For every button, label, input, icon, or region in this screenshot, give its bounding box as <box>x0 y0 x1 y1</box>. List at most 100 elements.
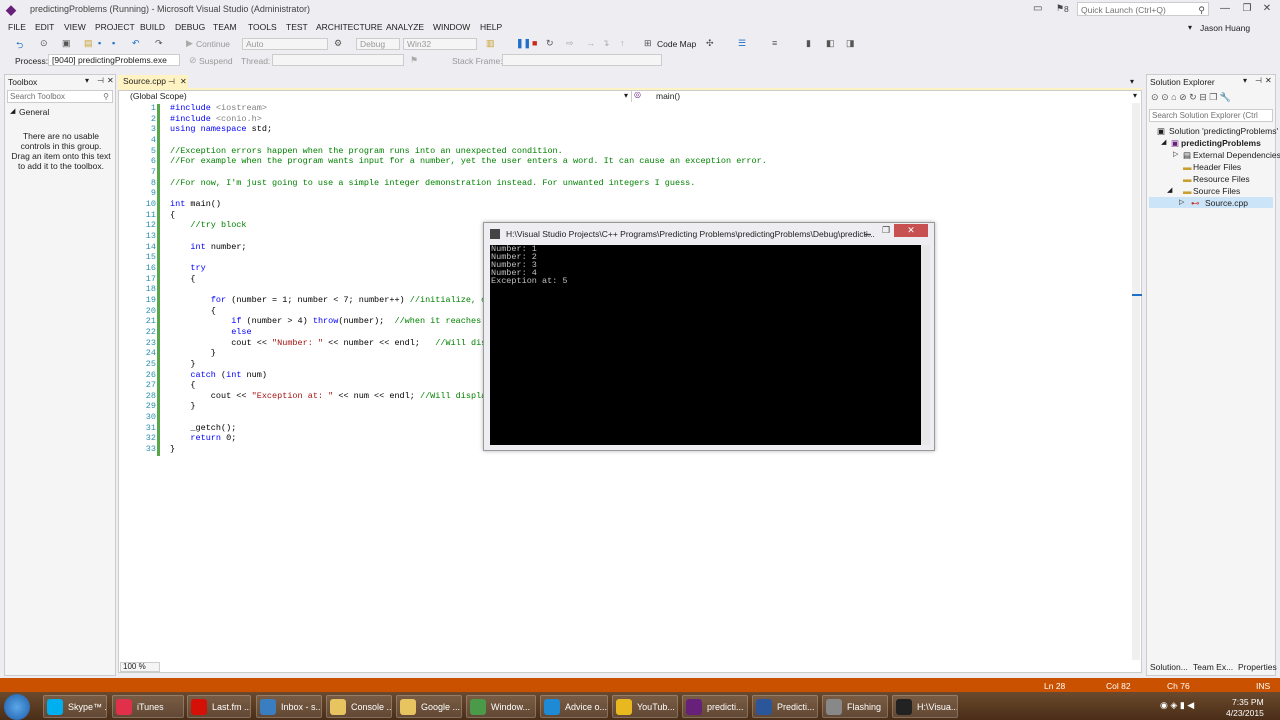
menu-file[interactable]: FILE <box>8 22 26 32</box>
taskbar-lastfm[interactable]: Last.fm ... <box>187 695 251 718</box>
thread-combo[interactable] <box>272 54 404 66</box>
collapsed-triangle-icon[interactable]: ▷ <box>1173 150 1178 158</box>
show-next-statement-icon[interactable]: ⇨ <box>566 38 574 49</box>
stop-icon[interactable]: ■ <box>532 38 537 48</box>
suspend-button[interactable]: Suspend <box>199 56 233 66</box>
network-icon[interactable]: ▮ <box>1180 700 1185 710</box>
code-line[interactable]: #include <iostream> <box>170 103 267 113</box>
tree-item-source-cpp[interactable]: Source.cpp <box>1205 198 1248 208</box>
pin-icon[interactable]: ⊣ <box>97 76 104 85</box>
save-icon[interactable]: ▪ <box>98 38 101 48</box>
clock-date[interactable]: 4/23/2015 <box>1226 708 1264 718</box>
code-line[interactable]: int main() <box>170 199 221 209</box>
expanded-triangle-icon[interactable]: ◢ <box>1161 138 1166 146</box>
tree-item-project[interactable]: predictingProblems <box>1181 138 1261 148</box>
toolbox-group-general[interactable]: General <box>19 107 49 117</box>
menu-debug[interactable]: DEBUG <box>175 22 205 32</box>
continue-button[interactable]: Continue <box>196 39 230 49</box>
tools-icon[interactable]: ✣ <box>706 38 714 49</box>
menu-edit[interactable]: EDIT <box>35 22 54 32</box>
taskbar-itunes[interactable]: iTunes <box>112 695 184 718</box>
pin-icon[interactable]: ⊣ <box>1255 76 1262 85</box>
code-map-button[interactable]: Code Map <box>657 39 696 49</box>
tray-icon[interactable]: ◉ <box>1160 700 1168 710</box>
code-line[interactable]: //Exception errors happen when the progr… <box>170 146 563 156</box>
code-line[interactable]: for (number = 1; number < 7; number++) /… <box>170 295 512 305</box>
close-button[interactable]: ✕ <box>1258 2 1276 16</box>
home-icon[interactable]: ⌂ <box>1171 92 1176 102</box>
code-line[interactable]: catch (int num) <box>170 370 267 380</box>
tree-item-resource-files[interactable]: Resource Files <box>1193 174 1250 184</box>
code-line[interactable]: //try block <box>170 220 246 230</box>
menu-team[interactable]: TEAM <box>213 22 237 32</box>
platform-combo[interactable]: Win32 <box>403 38 477 50</box>
menu-tools[interactable]: TOOLS <box>248 22 277 32</box>
code-line[interactable]: } <box>170 359 195 369</box>
tree-item-source-files[interactable]: Source Files <box>1193 186 1240 196</box>
console-output-area[interactable]: Number: 1 Number: 2 Number: 3 Number: 4 … <box>490 245 921 445</box>
code-line[interactable]: //For now, I'm just going to use a simpl… <box>170 178 695 188</box>
console-close-button[interactable]: ✕ <box>894 224 928 237</box>
code-line[interactable]: cout << "Number: " << number << endl; //… <box>170 338 517 348</box>
code-line[interactable]: //For example when the program wants inp… <box>170 156 767 166</box>
format-icon[interactable]: ☰ <box>738 38 746 49</box>
toolbox-search-input[interactable]: Search Toolbox ⚲ <box>7 90 113 103</box>
process-combo[interactable]: [9040] predictingProblems.exe <box>48 54 180 66</box>
taskbar-visual-studio[interactable]: predicti... <box>682 695 748 718</box>
code-line[interactable]: { <box>170 306 216 316</box>
new-project-icon[interactable]: ▣ <box>62 38 71 49</box>
taskbar-youtube[interactable]: YouTub... <box>612 695 678 718</box>
config-combo[interactable]: Auto <box>242 38 328 50</box>
notification-icon[interactable]: ▭ <box>1033 3 1042 14</box>
redo-icon[interactable]: ↷ <box>155 38 163 49</box>
sync-icon[interactable]: ⊘ <box>1179 92 1187 102</box>
solution-search-input[interactable]: Search Solution Explorer (Ctrl <box>1149 109 1273 122</box>
menu-build[interactable]: BUILD <box>140 22 165 32</box>
maximize-button[interactable]: ❐ <box>1238 2 1256 16</box>
code-line[interactable]: try <box>170 263 205 273</box>
taskbar-inbox[interactable]: Inbox - s... <box>256 695 322 718</box>
bookmark-next-icon[interactable]: ◨ <box>846 38 855 49</box>
forward-icon[interactable]: ⊙ <box>40 38 48 49</box>
user-name[interactable]: Jason Huang <box>1200 23 1250 33</box>
code-line[interactable]: _getch(); <box>170 423 236 433</box>
console-scrollbar[interactable] <box>921 245 930 445</box>
menu-window[interactable]: WINDOW <box>433 22 470 32</box>
collapsed-triangle-icon[interactable]: ▷ <box>1179 198 1184 206</box>
taskbar-console[interactable]: Console ... <box>326 695 392 718</box>
code-line[interactable]: cout << "Exception at: " << num << endl;… <box>170 391 512 401</box>
find-icon[interactable]: ▥ <box>486 38 495 49</box>
save-all-icon[interactable]: ▪ <box>112 38 115 48</box>
code-line[interactable]: return 0; <box>170 433 236 443</box>
tab-source-cpp[interactable]: Source.cpp <box>118 75 188 88</box>
code-line[interactable]: { <box>170 380 195 390</box>
taskbar-windows[interactable]: Window... <box>466 695 536 718</box>
code-line[interactable]: { <box>170 274 195 284</box>
expanded-triangle-icon[interactable]: ◢ <box>1167 186 1172 194</box>
back-icon[interactable]: ⊙ <box>1151 92 1159 102</box>
tree-item-external-dependencies[interactable]: External Dependencies <box>1193 150 1280 160</box>
menu-project[interactable]: PROJECT <box>95 22 135 32</box>
debug-combo[interactable]: Debug <box>356 38 400 50</box>
console-maximize-button[interactable]: ❐ <box>882 225 890 236</box>
step-out-icon[interactable]: ↑ <box>620 38 625 48</box>
bookmark-prev-icon[interactable]: ◧ <box>826 38 835 49</box>
code-line[interactable]: } <box>170 444 175 454</box>
menu-architecture[interactable]: ARCHITECTURE <box>316 22 383 32</box>
code-line[interactable]: } <box>170 348 216 358</box>
open-file-icon[interactable]: ▤ <box>84 38 93 49</box>
taskbar-predicting[interactable]: Predicti... <box>752 695 818 718</box>
tray-icon[interactable]: ◈ <box>1170 700 1177 710</box>
pin-icon[interactable]: ⊣ <box>168 77 175 86</box>
pause-icon[interactable]: ❚❚ <box>516 38 531 49</box>
taskbar-advice[interactable]: Advice o... <box>540 695 608 718</box>
member-combo[interactable]: main() <box>644 90 1152 102</box>
code-line[interactable]: int number; <box>170 242 246 252</box>
close-icon[interactable]: ✕ <box>180 77 187 86</box>
code-line[interactable]: else <box>170 327 251 337</box>
menu-view[interactable]: VIEW <box>64 22 86 32</box>
menu-test[interactable]: TEST <box>286 22 308 32</box>
menu-analyze[interactable]: ANALYZE <box>386 22 424 32</box>
close-icon[interactable]: ✕ <box>107 76 114 85</box>
taskbar-google[interactable]: Google ... <box>396 695 462 718</box>
